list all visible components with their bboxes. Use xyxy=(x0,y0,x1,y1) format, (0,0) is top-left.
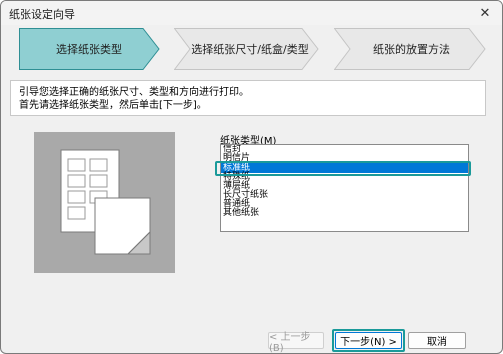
paper-type-option[interactable]: 标准纸 xyxy=(221,163,468,173)
close-icon[interactable]: ✕ xyxy=(468,1,502,25)
paper-type-option[interactable]: 其他纸张 xyxy=(221,209,468,218)
back-button[interactable]: < 上一步(B) xyxy=(268,332,324,353)
paper-type-option[interactable]: 信封 xyxy=(221,145,468,154)
wizard-step-placement: 纸张的放置方法 xyxy=(334,28,486,70)
instruction-line: 引导您选择正确的纸张尺寸、类型和方向进行打印。 xyxy=(19,87,249,98)
wizard-step-select-size: 选择纸张尺寸/纸盒/类型 xyxy=(174,28,319,70)
wizard-step-select-type: 选择纸张类型 xyxy=(19,28,160,70)
wizard-step-label: 选择纸张类型 xyxy=(56,43,122,56)
wizard-steps: 选择纸张类型 选择纸张尺寸/纸盒/类型 纸张的放置方法 xyxy=(19,28,486,70)
paper-type-listbox[interactable]: 信封 明信片 标准纸 特殊纸 薄层纸 长尺寸纸张 普通纸 其他纸张 xyxy=(220,144,469,232)
wizard-step-label: 纸张的放置方法 xyxy=(373,43,450,56)
window-title: 纸张设定向导 xyxy=(9,8,75,21)
title-bar: 纸张设定向导 ✕ xyxy=(1,1,502,25)
cancel-button[interactable]: 取消 xyxy=(408,332,466,349)
next-button[interactable]: 下一步(N) > xyxy=(335,332,402,349)
paper-stack-illustration xyxy=(60,149,151,255)
instruction-line: 首先请选择纸张类型，然后单击[下一步]。 xyxy=(19,100,207,111)
instruction-panel: 引导您选择正确的纸张尺寸、类型和方向进行打印。 首先请选择纸张类型，然后单击[下… xyxy=(10,80,486,116)
paper-type-option[interactable]: 明信片 xyxy=(221,154,468,163)
paper-type-option[interactable]: 长尺寸纸张 xyxy=(221,191,468,200)
paper-type-option[interactable]: 特殊纸 xyxy=(221,173,468,182)
wizard-step-label: 选择纸张尺寸/纸盒/类型 xyxy=(191,43,309,56)
paper-preview xyxy=(34,132,175,273)
paper-setup-wizard-window: 纸张设定向导 ✕ 选择纸张类型 选择纸张尺寸/纸盒/类型 纸张的放置方法 引导您… xyxy=(0,0,503,354)
